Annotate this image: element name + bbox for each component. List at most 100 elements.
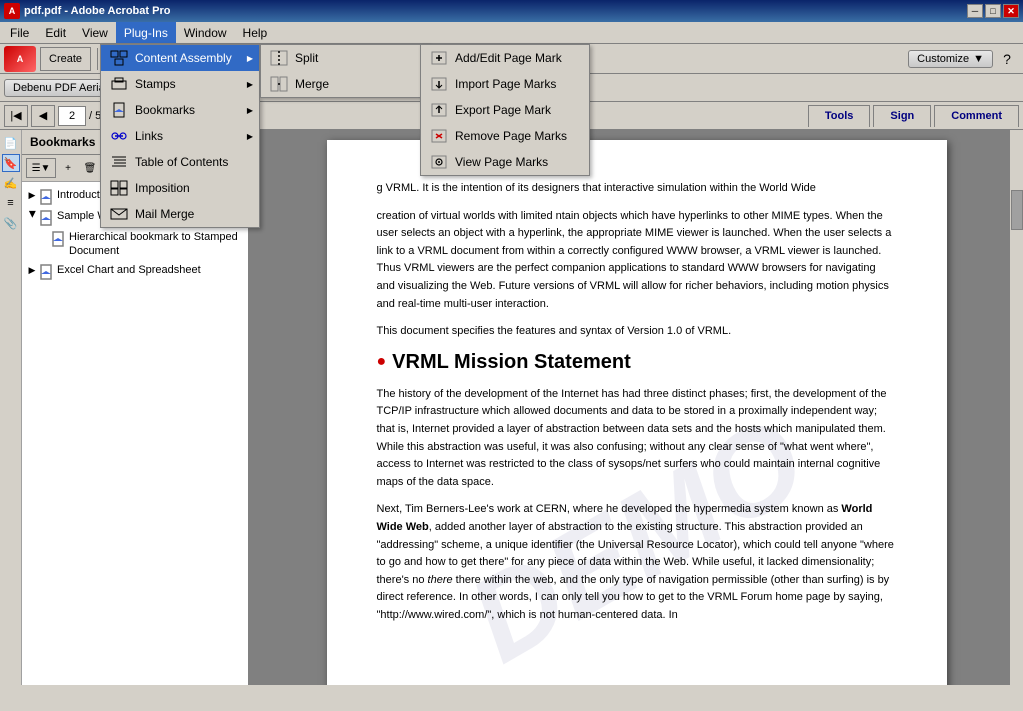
maximize-btn[interactable]: □ (985, 4, 1001, 18)
bookmark-tree: ▶ Introduction to the Pdf995 Suite ▶ Sam… (22, 182, 248, 685)
pdf-para-4: The history of the development of the In… (377, 386, 897, 492)
left-icon-strip: 📄 🔖 ✍ ≡ 📎 (0, 130, 22, 685)
merge-label: Merge (295, 77, 329, 91)
page-marks-submenu: Add/Edit Page Mark Import Page Marks Exp… (420, 44, 590, 176)
page-panel-icon[interactable]: 📄 (2, 134, 20, 152)
menu-item-toc[interactable]: Table of Contents (101, 149, 259, 175)
imposition-icon (109, 179, 129, 197)
expand-icon[interactable]: ▶ (26, 265, 38, 277)
menu-item-mailmerge[interactable]: Mail Merge (101, 201, 259, 227)
remove-mark-label: Remove Page Marks (455, 129, 567, 143)
split-icon (269, 49, 289, 67)
minimize-btn[interactable]: ─ (967, 4, 983, 18)
submenu-item-add-mark[interactable]: Add/Edit Page Mark (421, 45, 589, 71)
menu-item-content-assembly[interactable]: Content Assembly ▶ (101, 45, 259, 71)
bookmark-icon (38, 189, 54, 205)
view-mark-icon (429, 153, 449, 171)
links-icon (109, 127, 129, 145)
submenu-arrow-stamps-icon: ▶ (247, 80, 253, 89)
bm-delete-btn[interactable]: 🗑 (80, 158, 100, 178)
menu-item-imposition[interactable]: Imposition (101, 175, 259, 201)
toc-icon (109, 153, 129, 171)
bookmark-panel-icon[interactable]: 🔖 (2, 154, 20, 172)
menu-plugins[interactable]: Plug-Ins (116, 22, 176, 43)
imposition-label: Imposition (135, 181, 190, 195)
create-btn[interactable]: Create (40, 47, 91, 71)
pdf-para-2: creation of virtual worlds with limited … (377, 208, 897, 314)
submenu-arrow-icon: ▶ (247, 54, 253, 63)
content-assembly-icon (109, 49, 129, 67)
menu-edit[interactable]: Edit (37, 22, 74, 43)
export-mark-icon (429, 101, 449, 119)
customize-btn[interactable]: Customize ▼ (908, 50, 993, 68)
expand-icon[interactable]: ▶ (26, 190, 38, 202)
view-mark-label: View Page Marks (455, 155, 548, 169)
submenu-item-merge[interactable]: Merge (261, 71, 429, 97)
menu-item-stamps[interactable]: Stamps ▶ (101, 71, 259, 97)
pdf-para-1: g VRML. It is the intention of its desig… (377, 180, 897, 198)
submenu-item-remove-mark[interactable]: Remove Page Marks (421, 123, 589, 149)
bookmark-item-child[interactable]: ▶ Hierarchical bookmark to Stamped Docum… (22, 228, 248, 261)
content-assembly-submenu: Split Merge (260, 44, 430, 98)
right-panel[interactable]: DEMO g VRML. It is the intention of its … (250, 130, 1023, 685)
merge-icon (269, 75, 289, 93)
pdf-para-5: Next, Tim Berners-Lee's work at CERN, wh… (377, 501, 897, 624)
expand-icon[interactable]: ▶ (26, 211, 38, 223)
bookmark-item[interactable]: ▶ Excel Chart and Spreadsheet (22, 261, 248, 282)
toolbar-help-btn[interactable]: ? (995, 47, 1019, 71)
stamps-label: Stamps (135, 77, 176, 91)
pdf-page: DEMO g VRML. It is the intention of its … (327, 140, 947, 685)
bm-new-btn[interactable]: + (58, 158, 78, 178)
menu-item-links[interactable]: Links ▶ (101, 123, 259, 149)
plugins-menu-dropdown: Content Assembly ▶ Stamps ▶ Bookmarks ▶ … (100, 44, 260, 228)
menu-window[interactable]: Window (176, 22, 235, 43)
menu-file[interactable]: File (2, 22, 37, 43)
window-controls[interactable]: ─ □ ✕ (967, 4, 1019, 18)
bullet-icon: ● (377, 353, 387, 371)
mailmerge-label: Mail Merge (135, 207, 194, 221)
nav-prev-btn[interactable]: ◀ (31, 105, 55, 127)
add-mark-label: Add/Edit Page Mark (455, 51, 562, 65)
submenu-item-view-mark[interactable]: View Page Marks (421, 149, 589, 175)
remove-mark-icon (429, 127, 449, 145)
tab-tools[interactable]: Tools (808, 105, 871, 127)
acrobat-icon: A (4, 46, 36, 72)
menu-view[interactable]: View (74, 22, 116, 43)
customize-arrow-icon: ▼ (973, 53, 984, 65)
page-input[interactable] (58, 106, 86, 126)
close-btn[interactable]: ✕ (1003, 4, 1019, 18)
bookmarks-icon (109, 101, 129, 119)
menu-bar: File Edit View Plug-Ins Window Help (0, 22, 1023, 44)
tab-comment[interactable]: Comment (934, 105, 1019, 127)
bookmarks-label: Bookmarks (135, 103, 195, 117)
tab-sign[interactable]: Sign (873, 105, 931, 127)
bookmark-icon (50, 231, 66, 247)
links-label: Links (135, 129, 163, 143)
scrollbar[interactable] (1009, 130, 1023, 685)
add-mark-icon (429, 49, 449, 67)
submenu-arrow-links-icon: ▶ (247, 132, 253, 141)
signature-panel-icon[interactable]: ✍ (2, 174, 20, 192)
submenu-item-split[interactable]: Split (261, 45, 429, 71)
stamps-icon (109, 75, 129, 93)
bookmark-icon (38, 264, 54, 280)
submenu-item-import-mark[interactable]: Import Page Marks (421, 71, 589, 97)
title-bar: A pdf.pdf - Adobe Acrobat Pro ─ □ ✕ (0, 0, 1023, 22)
layer-panel-icon[interactable]: ≡ (2, 194, 20, 212)
bm-options-btn[interactable]: ☰▼ (26, 158, 56, 178)
pdf-heading: ● VRML Mission Statement (377, 351, 897, 374)
submenu-item-export-mark[interactable]: Export Page Mark (421, 97, 589, 123)
mailmerge-icon (109, 205, 129, 223)
scrollbar-thumb[interactable] (1011, 190, 1023, 230)
nav-first-btn[interactable]: |◀ (4, 105, 28, 127)
menu-item-bookmarks[interactable]: Bookmarks ▶ (101, 97, 259, 123)
content-assembly-label: Content Assembly (135, 51, 232, 65)
attachment-panel-icon[interactable]: 📎 (2, 214, 20, 232)
pdf-para-3: This document specifies the features and… (377, 323, 897, 341)
bookmark-icon (38, 210, 54, 226)
toc-label: Table of Contents (135, 155, 228, 169)
menu-help[interactable]: Help (235, 22, 276, 43)
split-label: Split (295, 51, 318, 65)
export-mark-label: Export Page Mark (455, 103, 551, 117)
import-mark-label: Import Page Marks (455, 77, 556, 91)
